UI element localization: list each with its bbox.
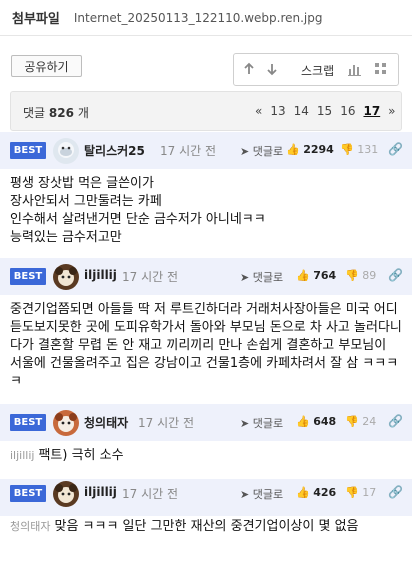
link-icon[interactable]: 🔗 — [388, 485, 403, 499]
comment-count-label: 댓글 826 개 — [23, 104, 89, 121]
dislike-count: 131 — [357, 143, 379, 156]
best-badge: BEST — [10, 268, 46, 285]
comment-item: BEST 탈리스커25 17 시간 전 ➤ 댓글로 👍 2294 👎 131 🔗… — [0, 132, 412, 255]
avatar[interactable] — [53, 410, 79, 436]
reply-arrow-icon: ➤ — [240, 145, 253, 158]
comment-count: 826 — [48, 106, 74, 120]
reply-button[interactable]: ➤ 댓글로 — [240, 415, 283, 431]
link-icon[interactable]: 🔗 — [388, 142, 403, 156]
comment-header: BEST iljillij 17 시간 전 ➤ 댓글로 👍 764 👎 89 🔗 — [0, 258, 412, 295]
comment-time: 17 시간 전 — [122, 270, 179, 284]
reply-label: 댓글로 — [252, 145, 284, 158]
comment-time: 17 시간 전 — [160, 144, 217, 158]
dislike-button[interactable]: 👎 17 — [345, 486, 376, 499]
reply-label: 댓글로 — [252, 271, 284, 284]
page-16[interactable]: 16 — [340, 104, 355, 118]
page-next[interactable]: » — [388, 104, 395, 118]
like-button[interactable]: 👍 2294 — [286, 143, 334, 156]
comment-body: iljillij 팩트) 극히 소수 — [10, 447, 402, 465]
avatar[interactable] — [53, 264, 79, 290]
comment-label-prefix: 댓글 — [23, 106, 46, 120]
avatar[interactable] — [53, 138, 79, 164]
thumbs-down-icon: 👎 — [345, 415, 363, 428]
comment-header: BEST 탈리스커25 17 시간 전 ➤ 댓글로 👍 2294 👎 131 🔗 — [0, 132, 412, 169]
reply-arrow-icon: ➤ — [240, 488, 253, 501]
dislike-button[interactable]: 👎 24 — [345, 415, 376, 428]
avatar[interactable] — [53, 481, 79, 507]
share-button[interactable]: 공유하기 — [11, 55, 82, 77]
comment-label-suffix: 개 — [77, 106, 89, 120]
arrow-down-icon[interactable] — [265, 62, 279, 76]
comment-body: 평생 장삿밥 먹은 글쓴이가 장사안되서 그만둘려는 카페 인수해서 살려낸거면… — [10, 176, 266, 245]
reply-button[interactable]: ➤ 댓글로 — [240, 143, 283, 159]
thumbs-up-icon: 👍 — [296, 415, 314, 428]
comment-item: BEST iljillij 17 시간 전 ➤ 댓글로 👍 764 👎 89 🔗… — [0, 258, 412, 401]
reply-label: 댓글로 — [252, 417, 284, 430]
thumbs-down-icon: 👎 — [340, 143, 358, 156]
like-button[interactable]: 👍 764 — [296, 269, 336, 282]
thumbs-up-icon: 👍 — [286, 143, 304, 156]
page-prev[interactable]: « — [255, 104, 262, 118]
post-toolbar: 스크랩 — [233, 53, 399, 86]
dislike-count: 89 — [362, 269, 377, 282]
reply-arrow-icon: ➤ — [240, 271, 253, 284]
comment-header: BEST iljillij 17 시간 전 ➤ 댓글로 👍 426 👎 17 🔗 — [0, 479, 412, 516]
dislike-button[interactable]: 👎 131 — [340, 143, 378, 156]
like-count: 648 — [313, 415, 337, 428]
comment-text: 맞음 ㅋㅋㅋ 일단 그만한 재산의 중견기업이상이 몇 없음 — [54, 519, 359, 534]
mention-link[interactable]: iljillij — [10, 449, 34, 462]
best-badge: BEST — [10, 414, 46, 431]
page-17-current[interactable]: 17 — [363, 104, 380, 118]
page-13[interactable]: 13 — [270, 104, 285, 118]
thumbs-down-icon: 👎 — [345, 269, 363, 282]
comment-author[interactable]: iljillij — [84, 268, 117, 282]
like-button[interactable]: 👍 648 — [296, 415, 336, 428]
page-15[interactable]: 15 — [317, 104, 332, 118]
attachment-title: 첨부파일 — [12, 12, 60, 27]
link-icon[interactable]: 🔗 — [388, 414, 403, 428]
bar-chart-icon[interactable] — [347, 61, 363, 77]
like-button[interactable]: 👍 426 — [296, 486, 336, 499]
dislike-count: 24 — [362, 415, 377, 428]
reply-button[interactable]: ➤ 댓글로 — [240, 269, 283, 285]
comment-author[interactable]: iljillij — [84, 485, 117, 499]
comment-body: 중견기업쯤되면 아들들 딱 저 루트긴하더라 거래처사장아들은 미국 어디 듣도… — [10, 302, 402, 389]
reply-label: 댓글로 — [252, 488, 284, 501]
thumbs-down-icon: 👎 — [345, 486, 363, 499]
comment-header: BEST 청의태자 17 시간 전 ➤ 댓글로 👍 648 👎 24 🔗 — [0, 404, 412, 441]
like-count: 426 — [313, 486, 337, 499]
best-badge: BEST — [10, 142, 46, 159]
like-count: 764 — [313, 269, 337, 282]
attachment-filename[interactable]: Internet_20250113_122110.webp.ren.jpg — [74, 11, 323, 25]
grid-icon[interactable] — [373, 61, 389, 77]
thumbs-up-icon: 👍 — [296, 486, 314, 499]
comment-time: 17 시간 전 — [138, 416, 195, 430]
attachment-bar: 첨부파일 Internet_20250113_122110.webp.ren.j… — [0, 0, 412, 36]
dislike-count: 17 — [362, 486, 377, 499]
thumbs-up-icon: 👍 — [296, 269, 314, 282]
comment-body: 청의태자 맞음 ㅋㅋㅋ 일단 그만한 재산의 중견기업이상이 몇 없음 — [10, 518, 402, 536]
reply-button[interactable]: ➤ 댓글로 — [240, 486, 283, 502]
arrow-up-icon[interactable] — [242, 62, 256, 76]
page-14[interactable]: 14 — [294, 104, 309, 118]
mention-link[interactable]: 청의태자 — [10, 520, 50, 533]
comment-time: 17 시간 전 — [122, 487, 179, 501]
best-badge: BEST — [10, 485, 46, 502]
comment-author[interactable]: 탈리스커25 — [84, 142, 145, 159]
dislike-button[interactable]: 👎 89 — [345, 269, 376, 282]
comment-text: 팩트) 극히 소수 — [38, 448, 124, 463]
comment-item: BEST iljillij 17 시간 전 ➤ 댓글로 👍 426 👎 17 🔗… — [0, 479, 412, 564]
link-icon[interactable]: 🔗 — [388, 268, 403, 282]
scrap-button[interactable]: 스크랩 — [301, 62, 334, 79]
reply-arrow-icon: ➤ — [240, 417, 253, 430]
like-count: 2294 — [303, 143, 334, 156]
comment-pagination: « 13 14 15 16 17 » — [255, 104, 404, 118]
comment-author[interactable]: 청의태자 — [84, 414, 128, 431]
comments-header: 댓글 826 개 « 13 14 15 16 17 » — [10, 91, 402, 131]
comment-item: BEST 청의태자 17 시간 전 ➤ 댓글로 👍 648 👎 24 🔗 ilj… — [0, 404, 412, 475]
